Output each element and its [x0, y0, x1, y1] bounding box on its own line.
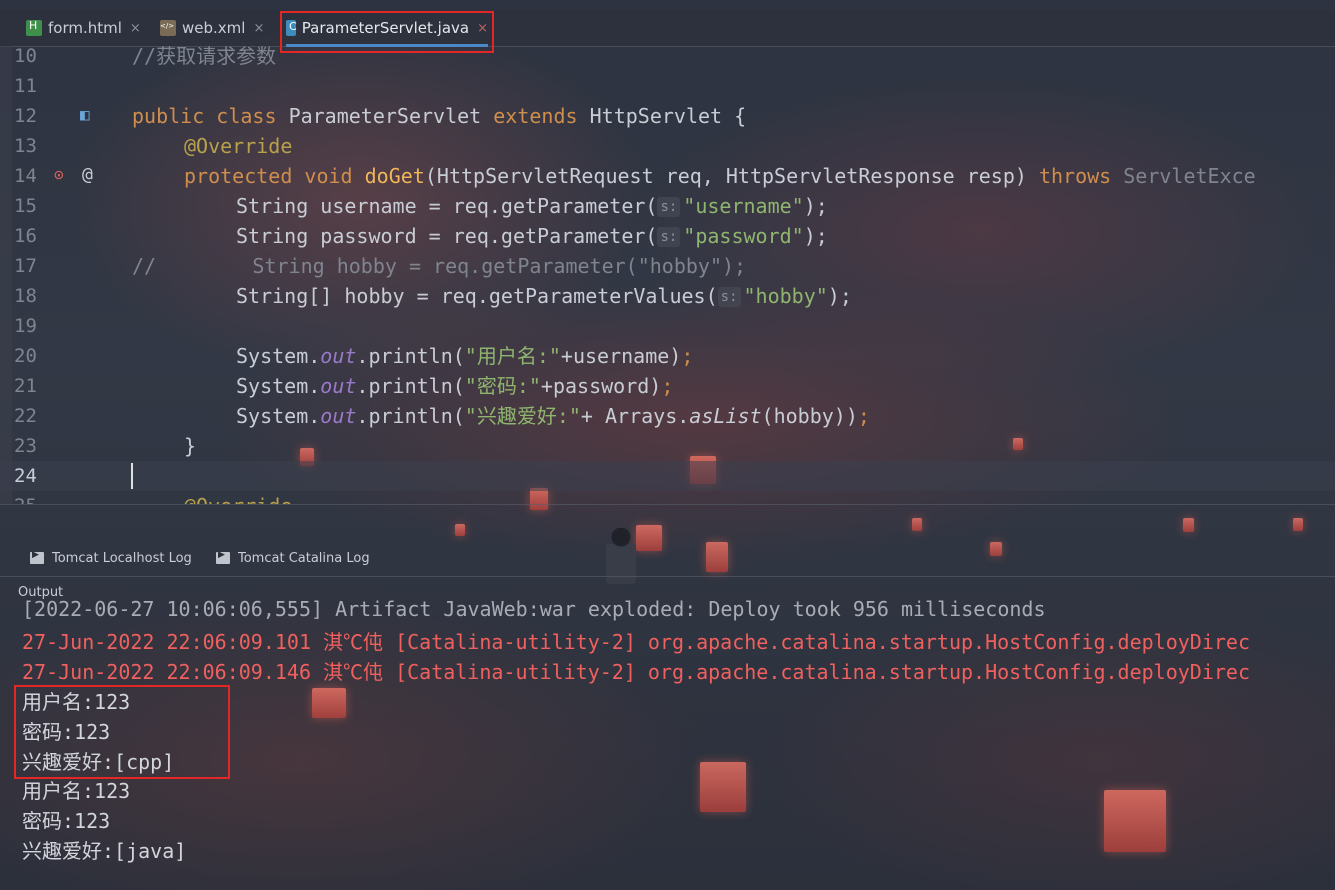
tab-label: Tomcat Localhost Log [52, 550, 192, 566]
lantern-decoration [1293, 518, 1303, 531]
panel-divider[interactable] [0, 504, 1335, 505]
current-code-line[interactable]: 24 [0, 461, 1335, 491]
code-line: 10 //获取请求参数 [0, 46, 1335, 71]
code-line: 19 [0, 311, 1335, 341]
line-number: 25 [14, 491, 46, 504]
lantern-decoration [455, 524, 465, 536]
line-number: 15 [14, 195, 37, 217]
console-line: 密码:123 [22, 809, 111, 833]
tab-label: Tomcat Catalina Log [238, 550, 370, 566]
code-line: 21 System.out.println("密码:"+password); [0, 371, 1335, 401]
override-marker-icon[interactable]: ⊙ [54, 165, 64, 184]
line-number: 23 [14, 435, 37, 457]
code-line: 23 } [0, 431, 1335, 461]
close-icon[interactable]: × [253, 21, 264, 36]
tab-form-html[interactable]: form.html × [26, 10, 141, 46]
console-line: 密码:123 [22, 720, 111, 744]
line-number: 14 [14, 165, 37, 187]
tab-tomcat-catalina-log[interactable]: Tomcat Catalina Log [216, 540, 370, 576]
code-text: @Override [184, 134, 293, 158]
code-line: 16 String password = req.getParameter(s:… [0, 221, 1335, 251]
console-line: 兴趣爱好:[cpp] [22, 750, 175, 774]
param-hint: s: [717, 287, 741, 307]
code-text: public class ParameterServlet extends Ht… [132, 104, 747, 128]
implement-marker-icon[interactable]: ◧ [80, 105, 90, 124]
code-line: 18 String[] hobby = req.getParameterValu… [0, 281, 1335, 311]
code-line: 12 ◧ public class ParameterServlet exten… [0, 101, 1335, 131]
code-line: 20 System.out.println("用户名:"+username); [0, 341, 1335, 371]
code-text: String password = req.getParameter(s: "pa… [236, 224, 828, 248]
line-number: 13 [14, 135, 37, 157]
code-line: 25 @Override [0, 491, 1335, 504]
code-line: 17 // String hobby = req.getParameter("h… [0, 251, 1335, 281]
code-text: // String hobby = req.getParameter("hobb… [132, 254, 747, 278]
log-console-icon [30, 550, 44, 564]
tab-label: web.xml [182, 19, 246, 37]
console-line: 兴趣爱好:[java] [22, 839, 187, 863]
param-hint: s: [657, 227, 681, 247]
tab-tomcat-localhost-log[interactable]: Tomcat Localhost Log [30, 540, 192, 576]
services-panel-tabs: Tomcat Localhost Log Tomcat Catalina Log [0, 540, 1335, 577]
console-line: 27-Jun-2022 22:06:09.101 淇℃伅 [Catalina-u… [22, 630, 1250, 654]
code-text: System.out.println("用户名:"+username); [236, 344, 694, 368]
text-caret [131, 463, 133, 489]
editor-tab-bar: form.html × web.xml × ParameterServlet.j… [0, 10, 1335, 47]
line-number: 19 [14, 315, 37, 337]
code-text: System.out.println("兴趣爱好:"+ Arrays.asLis… [236, 404, 870, 428]
code-text: System.out.println("密码:"+password); [236, 374, 674, 398]
code-text: } [184, 434, 197, 458]
console-line: 用户名:123 [22, 690, 131, 714]
code-text: protected void doGet(HttpServletRequest … [184, 164, 1256, 188]
xml-file-icon [160, 20, 176, 36]
close-icon[interactable]: × [130, 21, 141, 36]
code-line: 14 ⊙ @ protected void doGet(HttpServletR… [0, 161, 1335, 191]
param-hint: s: [657, 197, 681, 217]
code-text: //获取请求参数 [132, 46, 277, 68]
annotation-at-icon[interactable]: @ [82, 164, 93, 185]
line-number: 18 [14, 285, 37, 307]
output-label: Output [18, 585, 64, 600]
tab-parameterservlet-java[interactable]: ParameterServlet.java × [286, 10, 488, 47]
code-text: String username = req.getParameter(s: "us… [236, 194, 828, 218]
java-class-icon [286, 20, 296, 36]
lantern-decoration [1183, 518, 1194, 532]
tab-label: form.html [48, 19, 122, 37]
code-editor[interactable]: 10 //获取请求参数 11 12 ◧ public class Paramet… [0, 46, 1335, 504]
console-output[interactable]: [2022-06-27 10:06:06,555] Artifact JavaW… [0, 600, 1335, 890]
line-number: 24 [14, 465, 37, 487]
code-line: 13 @Override [0, 131, 1335, 161]
code-text: String[] hobby = req.getParameterValues(… [236, 284, 852, 308]
line-number: 20 [14, 345, 37, 367]
console-line: [2022-06-27 10:06:06,555] Artifact JavaW… [22, 600, 1046, 621]
line-number: 12 [14, 105, 37, 127]
code-text: @Override [184, 491, 292, 504]
code-line: 22 System.out.println("兴趣爱好:"+ Arrays.as… [0, 401, 1335, 431]
code-line: 11 [0, 71, 1335, 101]
line-number: 11 [14, 75, 37, 97]
line-number: 21 [14, 375, 37, 397]
lantern-decoration [912, 518, 922, 531]
console-line: 27-Jun-2022 22:06:09.146 淇℃伅 [Catalina-u… [22, 660, 1250, 684]
line-number: 10 [14, 46, 37, 67]
console-line: 用户名:123 [22, 779, 131, 803]
tab-label: ParameterServlet.java [301, 19, 470, 37]
line-number: 22 [14, 405, 37, 427]
close-icon[interactable]: × [477, 21, 488, 36]
code-line: 15 String username = req.getParameter(s:… [0, 191, 1335, 221]
line-number: 16 [14, 225, 37, 247]
tab-web-xml[interactable]: web.xml × [160, 10, 264, 46]
log-console-icon [216, 550, 230, 564]
line-number: 17 [14, 255, 37, 277]
html-file-icon [26, 19, 42, 36]
